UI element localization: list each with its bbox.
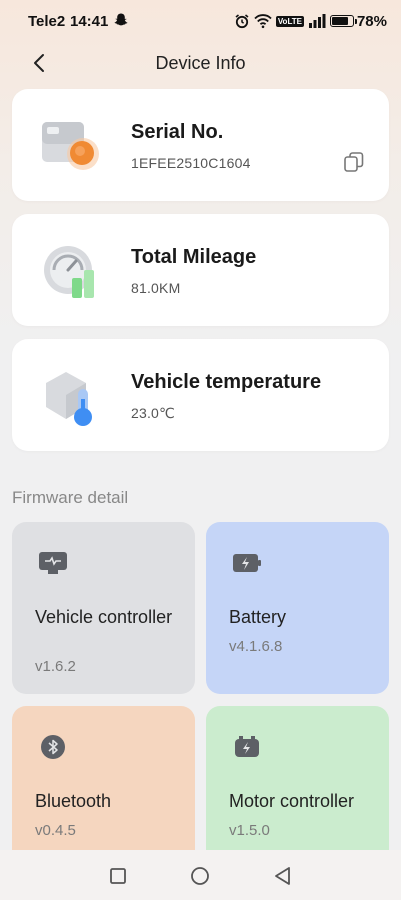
serial-value: 1EFEE2510C1604 [131,155,251,171]
temperature-value: 23.0℃ [131,405,175,421]
firmware-name: Bluetooth [35,791,112,811]
firmware-name: Battery [229,607,287,627]
firmware-vehicle-controller[interactable]: Vehicle controller v1.6.2 [12,522,195,694]
vehicle-temperature-card: Vehicle temperature 23.0℃ [12,339,389,451]
thermometer-icon [46,372,92,426]
recent-apps-button[interactable] [107,865,129,887]
firmware-version: v1.6.2 [35,658,76,675]
bluetooth-icon [41,735,65,759]
serial-card-icon [42,122,99,170]
firmware-version: v0.4.5 [35,822,76,839]
back-nav-button[interactable] [272,865,294,887]
status-time: 14:41 [70,13,109,30]
speedometer-icon [44,246,94,298]
firmware-battery[interactable]: Battery v4.1.6.8 [206,522,389,694]
app-header: Device Info [0,42,401,82]
page-title: Device Info [155,53,246,73]
firmware-version: v4.1.6.8 [229,638,283,655]
alarm-icon [235,14,249,29]
wifi-icon [254,14,272,29]
firmware-name: Motor controller [229,791,355,811]
copy-icon[interactable] [343,151,365,173]
battery-percent: 78% [356,12,387,30]
serial-number-card: Serial No. 1EFEE2510C1604 [12,89,389,201]
snapchat-icon [114,13,128,26]
carrier-name: Tele2 [28,13,66,30]
serial-title: Serial No. [131,121,224,143]
controller-icon [39,552,67,574]
battery-indicator: 78% [329,12,387,30]
home-button[interactable] [189,865,211,887]
temperature-title: Vehicle temperature [131,371,322,393]
firmware-name: Vehicle controller [35,607,173,627]
battery-icon [233,554,261,572]
mileage-title: Total Mileage [131,246,257,268]
system-nav-bar [0,850,401,900]
firmware-section-title: Firmware detail [12,488,129,507]
mileage-value: 81.0KM [131,280,181,296]
firmware-version: v1.5.0 [229,822,270,839]
motor-icon [235,736,259,757]
volte-badge: VoLTE [275,15,304,27]
status-bar: Tele2 14:41 VoLTE 78% [0,0,401,42]
status-icons: VoLTE 78% [234,12,387,30]
total-mileage-card: Total Mileage 81.0KM [12,214,389,326]
battery-level-icon [329,15,357,27]
signal-icon [308,14,326,28]
